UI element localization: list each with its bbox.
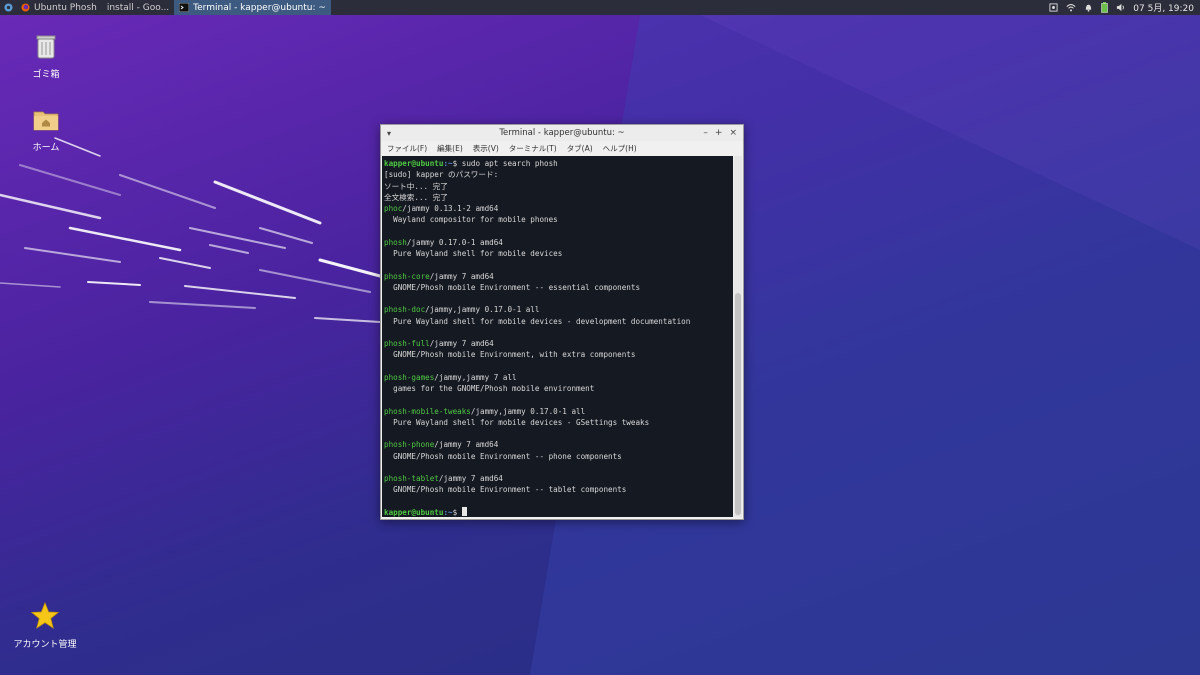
package-name: phosh-full [384,339,430,348]
desktop-icon-home[interactable]: ホーム [11,105,81,153]
terminal-line: [sudo] kapper のパスワード: [384,170,499,180]
desktop-icon-trash[interactable]: ゴミ箱 [11,32,81,80]
menu-tabs[interactable]: タブ(A) [567,143,593,154]
desktop-icon-label: ホーム [32,143,60,153]
menu-edit[interactable]: 編集(E) [437,143,463,154]
desktop-icon-accounts[interactable]: アカウント管理 [10,601,80,650]
menu-view[interactable]: 表示(V) [473,143,499,154]
taskbar-item-terminal[interactable]: Terminal - kapper@ubuntu: ~ [174,0,331,15]
xubuntu-logo-icon [3,3,13,12]
package-name: phosh-tablet [384,474,439,483]
home-folder-icon [33,111,59,131]
package-info: /jammy 0.13.1-2 amd64 [402,204,499,213]
package-desc: games for the GNOME/Phosh mobile environ… [384,384,595,393]
package-info: /jammy,jammy 0.17.0-1 all [470,406,586,416]
firefox-icon [21,3,30,12]
taskbar-item-install[interactable]: install - Goo... [102,0,174,15]
package-name: phosh-core [384,271,430,281]
terminal-icon [179,3,190,12]
desktop-icon-label: アカウント管理 [13,640,77,650]
menu-file[interactable]: ファイル(F) [387,143,427,154]
package-name: phosh [384,237,407,247]
terminal-text: kapper@ubuntu:~$ sudo apt search phosh [… [382,156,733,517]
package-info: /jammy 7 amd64 [429,271,494,281]
package-name: phoc [384,204,403,213]
taskbar-item-label: install - Goo... [106,2,170,13]
command-text: sudo apt search phosh [461,159,558,168]
trash-icon [36,35,56,59]
screenshot-icon[interactable] [1049,3,1058,12]
text-cursor [461,506,467,516]
package-name: phosh-doc [384,305,426,315]
terminal-line-command: kapper@ubuntu:~$ sudo apt search phosh [384,159,558,168]
terminal-line-prompt: kapper@ubuntu:~$ [384,506,467,517]
package-desc: Pure Wayland shell for mobile devices - … [384,417,650,427]
battery-icon[interactable] [1101,2,1109,13]
package-desc: Pure Wayland shell for mobile devices - … [384,316,691,326]
package-info: /jammy,jammy 7 all [434,372,517,382]
notification-bell-icon[interactable] [1084,3,1093,12]
taskbar-item-label: Ubuntu Phosh [34,2,97,13]
prompt-path: :~ [443,507,453,517]
prompt-user: kapper@ubuntu [384,507,444,517]
package-info: /jammy 7 amd64 [429,339,494,348]
volume-icon[interactable] [1116,3,1125,12]
window-title: Terminal - kapper@ubuntu: ~ [499,128,625,138]
prompt-symbol: $ [452,159,462,168]
prompt-symbol: $ [452,507,462,517]
menu-terminal[interactable]: ターミナル(T) [509,143,557,154]
package-desc: GNOME/Phosh mobile Environment -- phone … [384,451,622,461]
taskbar-item-firefox[interactable]: Ubuntu Phosh [16,0,102,15]
close-icon[interactable]: × [729,128,737,138]
window-menu-icon[interactable]: ▾ [381,129,397,138]
package-info: /jammy 0.17.0-1 amd64 [406,237,503,247]
window-menubar: ファイル(F) 編集(E) 表示(V) ターミナル(T) タブ(A) ヘルプ(H… [381,141,743,155]
prompt-user: kapper@ubuntu [384,159,444,168]
minimize-icon[interactable]: – [703,128,708,138]
package-name: phosh-mobile-tweaks [384,406,471,416]
package-info: /jammy 7 amd64 [438,474,503,483]
clock[interactable]: 07 5月, 19:20 [1133,1,1194,14]
window-titlebar[interactable]: ▾ Terminal - kapper@ubuntu: ~ – + × [381,125,743,141]
terminal-scrollbar[interactable] [734,156,742,517]
package-name: phosh-games [384,372,435,382]
package-desc: GNOME/Phosh mobile Environment -- tablet… [384,485,627,495]
menu-help[interactable]: ヘルプ(H) [603,143,637,154]
terminal-output-area[interactable]: kapper@ubuntu:~$ sudo apt search phosh [… [382,156,733,517]
top-panel: Ubuntu Phosh install - Goo... Terminal -… [0,0,1200,15]
package-desc: Pure Wayland shell for mobile devices [384,249,563,258]
package-info: /jammy,jammy 0.17.0-1 all [425,305,540,315]
prompt-path: :~ [443,159,453,168]
scrollbar-thumb[interactable] [735,293,741,515]
taskbar-item-label: Terminal - kapper@ubuntu: ~ [193,2,326,13]
whisker-menu-button[interactable] [0,0,16,15]
system-tray: 07 5月, 19:20 [1049,1,1200,14]
package-desc: GNOME/Phosh mobile Environment -- essent… [384,282,641,292]
package-desc: GNOME/Phosh mobile Environment, with ext… [384,350,636,360]
terminal-line: 全文検索... 完了 [384,192,448,202]
desktop-icon-label: ゴミ箱 [32,70,60,80]
package-desc: Wayland compositor for mobile phones [384,215,558,225]
star-icon [30,601,60,629]
terminal-line: ソート中... 完了 [384,181,448,191]
package-name: phosh-phone [384,440,435,450]
package-info: /jammy 7 amd64 [434,440,499,450]
terminal-window: ▾ Terminal - kapper@ubuntu: ~ – + × ファイル… [380,124,744,520]
wifi-icon[interactable] [1066,3,1076,12]
maximize-icon[interactable]: + [715,128,723,138]
